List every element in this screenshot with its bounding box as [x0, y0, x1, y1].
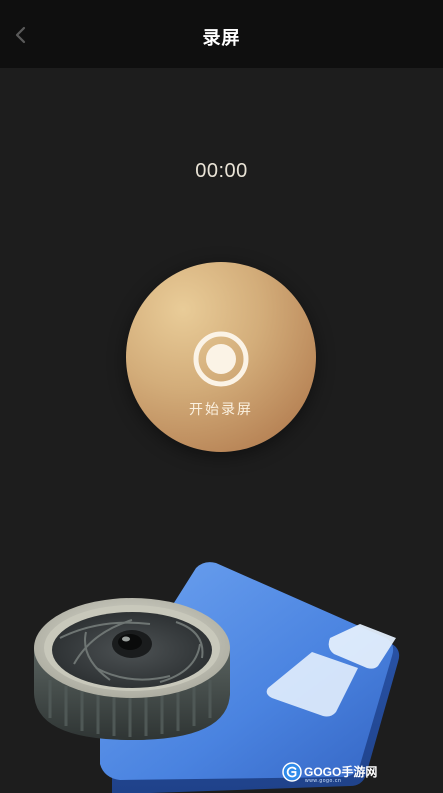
gogo-watermark: GOGO手游网 www.gogo.cn [282, 758, 378, 788]
start-recording-label: 开始录屏 [189, 401, 253, 417]
camera-screen-illustration [34, 562, 400, 793]
screen-record-page: 录屏 00:00 开始录屏 GOGO手游网 www.gogo.cn [0, 0, 443, 793]
recording-timer: 00:00 [195, 160, 248, 182]
page-title: 录屏 [202, 28, 241, 48]
top-app-bar: 录屏 [0, 0, 443, 68]
watermark-url: www.gogo.cn [305, 778, 342, 784]
start-recording-button[interactable]: 开始录屏 [126, 262, 316, 452]
record-icon [193, 331, 249, 387]
gogo-logo-icon [282, 762, 302, 782]
